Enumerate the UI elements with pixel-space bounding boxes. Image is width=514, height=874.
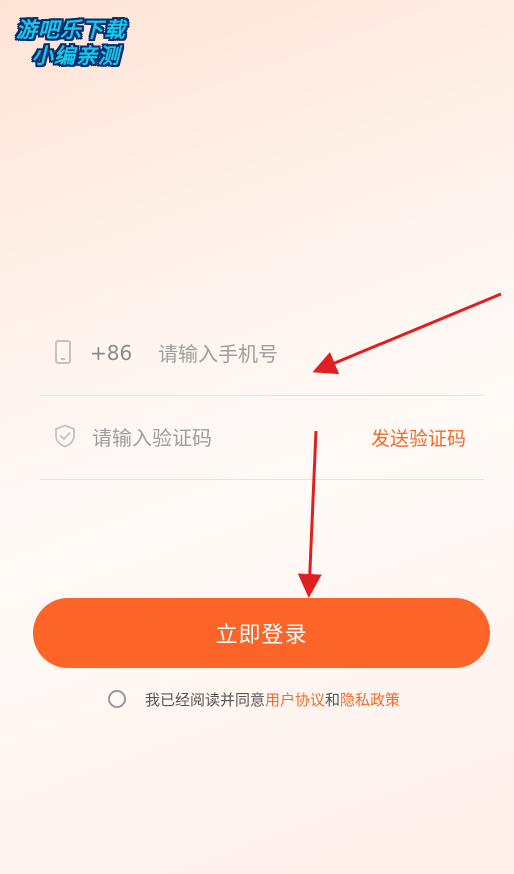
shield-check-icon xyxy=(55,424,75,448)
watermark-logo: 游吧乐下载 小编亲测 xyxy=(10,8,150,68)
user-agreement-link[interactable]: 用户协议 xyxy=(265,691,325,709)
agreement-text: 我已经阅读并同意用户协议和隐私政策 xyxy=(145,689,400,710)
agreement-prefix: 我已经阅读并同意 xyxy=(145,690,266,709)
privacy-policy-link[interactable]: 隐私政策 xyxy=(340,691,400,709)
agreement-conjunction: 和 xyxy=(325,690,341,709)
agreement-checkbox[interactable] xyxy=(108,690,126,708)
watermark-line2: 小编亲测 xyxy=(32,44,120,68)
send-code-button[interactable]: 发送验证码 xyxy=(371,424,466,451)
phone-input[interactable] xyxy=(158,339,458,369)
verification-code-input[interactable] xyxy=(92,423,352,453)
country-code[interactable]: +86 xyxy=(90,341,132,365)
agreement-row: 我已经阅读并同意用户协议和隐私政策 xyxy=(108,687,400,711)
phone-row: +86 xyxy=(40,311,484,396)
code-row: 发送验证码 xyxy=(40,395,484,480)
login-button[interactable]: 立即登录 xyxy=(33,598,490,668)
phone-icon xyxy=(55,340,71,364)
